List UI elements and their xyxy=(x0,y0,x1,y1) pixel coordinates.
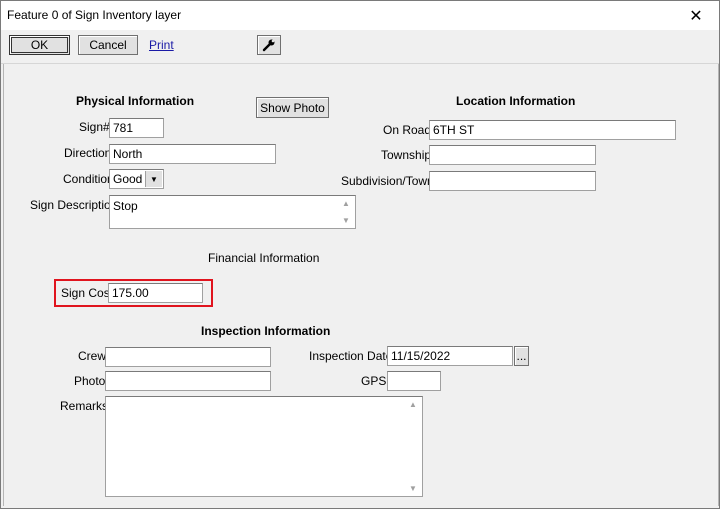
scroll-up-icon[interactable]: ▲ xyxy=(409,400,417,409)
ok-button[interactable]: OK xyxy=(9,35,70,55)
close-icon: ✕ xyxy=(689,7,703,25)
sign-cost-label: Sign Cost xyxy=(61,286,114,300)
window-title: Feature 0 of Sign Inventory layer xyxy=(7,8,182,22)
print-link[interactable]: Print xyxy=(149,38,174,52)
show-photo-button[interactable]: Show Photo xyxy=(256,97,329,118)
township-field[interactable] xyxy=(429,145,596,165)
crew-field[interactable] xyxy=(105,347,271,367)
subdivision-label: Subdivision/Town xyxy=(341,174,434,188)
inspection-date-label: Inspection Date xyxy=(309,349,393,363)
on-road-field[interactable]: 6TH ST xyxy=(429,120,676,140)
subdivision-field[interactable] xyxy=(429,171,596,191)
sign-number-label: Sign# xyxy=(79,120,110,134)
sign-number-field[interactable]: 781 xyxy=(109,118,164,138)
physical-heading: Physical Information xyxy=(76,94,195,108)
crew-label: Crew xyxy=(78,349,107,363)
cancel-button[interactable]: Cancel xyxy=(78,35,138,55)
description-value: Stop xyxy=(113,199,138,213)
gps-field[interactable] xyxy=(387,371,441,391)
chevron-down-icon[interactable]: ▼ xyxy=(145,171,162,187)
condition-value: Good xyxy=(113,172,143,186)
remarks-label: Remarks xyxy=(60,399,109,413)
direction-label: Direction xyxy=(64,146,112,160)
scroll-up-icon[interactable]: ▲ xyxy=(342,199,350,208)
date-picker-button[interactable]: ... xyxy=(514,346,529,366)
scroll-down-icon[interactable]: ▼ xyxy=(409,484,417,493)
condition-label: Condition xyxy=(63,172,114,186)
gps-label: GPS xyxy=(361,374,387,388)
condition-select[interactable]: Good ▼ xyxy=(109,169,164,189)
on-road-label: On Road xyxy=(383,123,432,137)
sign-cost-field[interactable]: 175.00 xyxy=(108,283,203,303)
location-heading: Location Information xyxy=(456,94,576,108)
inspection-heading: Inspection Information xyxy=(201,324,331,338)
photo-label: Photo xyxy=(74,374,106,388)
wrench-icon xyxy=(262,38,276,52)
description-scrollbar[interactable]: ▲ ▼ xyxy=(340,197,354,227)
tool-button[interactable] xyxy=(257,35,281,55)
remarks-scrollbar[interactable]: ▲ ▼ xyxy=(407,398,421,495)
description-label: Sign Description xyxy=(30,198,118,212)
township-label: Township xyxy=(381,148,432,162)
title-bar: Feature 0 of Sign Inventory layer ✕ xyxy=(1,1,719,30)
remarks-field[interactable]: ▲ ▼ xyxy=(105,396,423,497)
photo-field[interactable] xyxy=(105,371,271,391)
dialog-window: Feature 0 of Sign Inventory layer ✕ OK C… xyxy=(0,0,720,509)
scroll-down-icon[interactable]: ▼ xyxy=(342,216,350,225)
description-field[interactable]: Stop ▲ ▼ xyxy=(109,195,356,229)
financial-heading: Financial Information xyxy=(208,251,320,265)
close-button[interactable]: ✕ xyxy=(673,1,719,30)
inspection-date-field[interactable]: 11/15/2022 xyxy=(387,346,513,366)
direction-field[interactable]: North xyxy=(109,144,276,164)
